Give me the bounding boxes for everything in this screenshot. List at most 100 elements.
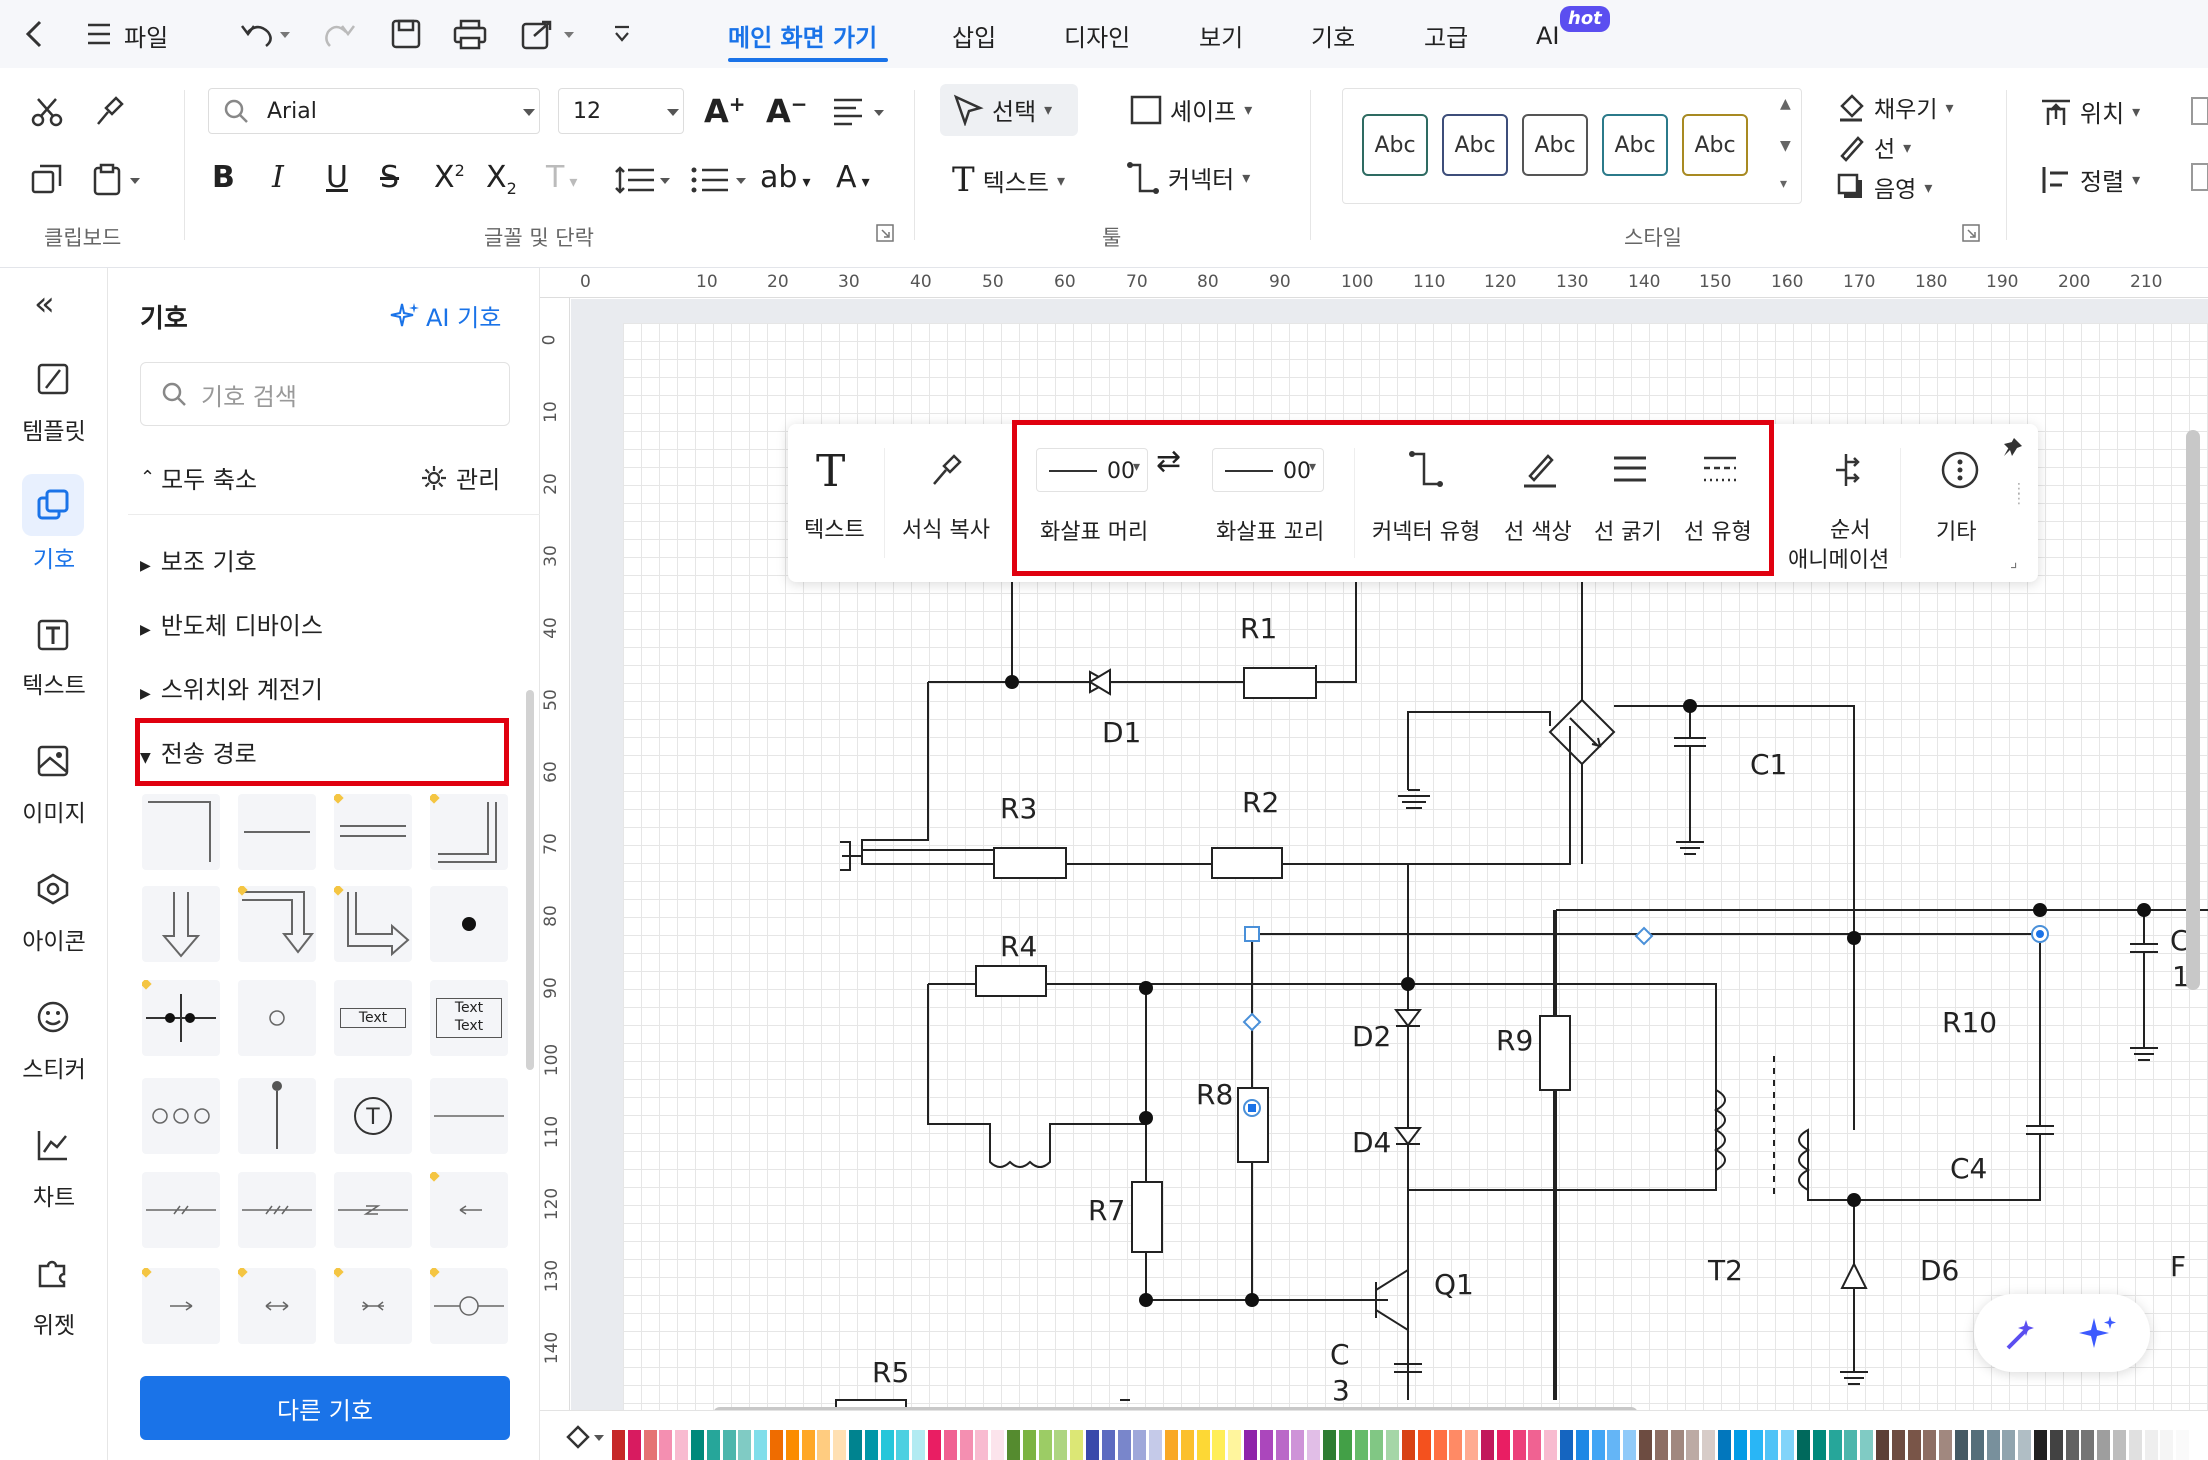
color-swatch[interactable]	[1291, 1430, 1305, 1460]
color-swatch[interactable]	[738, 1430, 752, 1460]
color-swatch[interactable]	[1417, 1430, 1431, 1460]
color-swatch[interactable]	[1386, 1430, 1400, 1460]
color-swatch[interactable]	[1718, 1430, 1731, 1460]
magic-wand-icon[interactable]	[2004, 1316, 2042, 1352]
color-swatch[interactable]	[1702, 1430, 1716, 1460]
color-swatch[interactable]	[2160, 1430, 2174, 1460]
color-swatch[interactable]	[1038, 1430, 1052, 1460]
color-swatch[interactable]	[770, 1430, 783, 1460]
ft-text-label[interactable]: 텍스트	[804, 512, 865, 544]
color-swatch[interactable]	[1481, 1430, 1494, 1460]
color-swatch[interactable]	[1544, 1430, 1558, 1460]
color-swatch[interactable]	[1923, 1430, 1937, 1460]
color-swatch[interactable]	[1323, 1430, 1336, 1460]
color-swatch[interactable]	[1180, 1430, 1194, 1460]
ft-format-painter-label[interactable]: 서식 복사	[902, 512, 990, 544]
color-swatch[interactable]	[1054, 1430, 1068, 1460]
color-swatch[interactable]	[943, 1430, 957, 1460]
color-swatch[interactable]	[1228, 1430, 1242, 1460]
color-swatch[interactable]	[2176, 1430, 2190, 1460]
color-swatch[interactable]	[785, 1430, 799, 1460]
color-swatch[interactable]	[2144, 1430, 2158, 1460]
color-swatch[interactable]	[706, 1430, 720, 1460]
color-swatch[interactable]	[801, 1430, 815, 1460]
color-swatch[interactable]	[2018, 1430, 2032, 1460]
color-swatch[interactable]	[1670, 1430, 1684, 1460]
color-swatch[interactable]	[1449, 1430, 1463, 1460]
color-swatch[interactable]	[1575, 1430, 1589, 1460]
color-swatch[interactable]	[2128, 1430, 2142, 1460]
color-swatch[interactable]	[1275, 1430, 1289, 1460]
color-swatch[interactable]	[912, 1430, 926, 1460]
color-swatch[interactable]	[659, 1430, 673, 1460]
color-swatch[interactable]	[1812, 1430, 1826, 1460]
color-swatch[interactable]	[1496, 1430, 1510, 1460]
color-swatch[interactable]	[1307, 1430, 1321, 1460]
color-swatch[interactable]	[691, 1430, 704, 1460]
vertical-scrollbar[interactable]	[2186, 430, 2200, 990]
color-swatch[interactable]	[1070, 1430, 1084, 1460]
color-swatch[interactable]	[1244, 1430, 1257, 1460]
color-swatch[interactable]	[880, 1430, 894, 1460]
color-swatch[interactable]	[1338, 1430, 1352, 1460]
color-swatch[interactable]	[1623, 1430, 1637, 1460]
ft-seq-anim-label-2[interactable]: 애니메이션	[1788, 542, 1889, 574]
drag-handle-icon[interactable]: ⋮ ⋮	[2012, 482, 2026, 506]
text-t-icon[interactable]: T	[816, 446, 845, 497]
format-painter-icon[interactable]	[928, 452, 964, 488]
ai-sparkle-icon[interactable]	[2078, 1314, 2118, 1354]
color-swatch[interactable]	[1939, 1430, 1953, 1460]
color-swatch[interactable]	[1781, 1430, 1795, 1460]
color-swatch[interactable]	[2002, 1430, 2016, 1460]
color-swatch[interactable]	[1828, 1430, 1842, 1460]
color-swatch[interactable]	[1860, 1430, 1874, 1460]
color-swatch[interactable]	[1370, 1430, 1384, 1460]
color-swatch[interactable]	[1528, 1430, 1542, 1460]
color-swatch[interactable]	[1133, 1430, 1147, 1460]
color-swatch[interactable]	[1117, 1430, 1131, 1460]
sequence-animation-icon[interactable]	[1828, 450, 1864, 490]
color-swatch[interactable]	[1955, 1430, 1968, 1460]
color-swatch[interactable]	[1749, 1430, 1763, 1460]
color-swatch[interactable]	[1591, 1430, 1605, 1460]
color-swatch[interactable]	[627, 1430, 641, 1460]
resize-corner-icon[interactable]: ⌟	[2010, 552, 2018, 571]
color-swatch[interactable]	[1165, 1430, 1178, 1460]
color-swatch[interactable]	[928, 1430, 941, 1460]
color-swatch[interactable]	[2097, 1430, 2111, 1460]
color-swatch[interactable]	[1022, 1430, 1036, 1460]
color-swatch[interactable]	[1639, 1430, 1652, 1460]
color-swatch[interactable]	[2049, 1430, 2063, 1460]
color-swatch[interactable]	[1465, 1430, 1479, 1460]
color-swatch[interactable]	[1259, 1430, 1273, 1460]
color-swatch[interactable]	[1733, 1430, 1747, 1460]
color-swatch[interactable]	[817, 1430, 831, 1460]
color-swatch[interactable]	[1433, 1430, 1447, 1460]
color-swatch[interactable]	[2034, 1430, 2047, 1460]
color-swatch[interactable]	[675, 1430, 689, 1460]
color-swatch[interactable]	[1986, 1430, 2000, 1460]
color-swatch[interactable]	[1560, 1430, 1573, 1460]
more-options-icon[interactable]	[1940, 450, 1980, 490]
color-swatch[interactable]	[1686, 1430, 1700, 1460]
color-swatch[interactable]	[864, 1430, 878, 1460]
color-swatch[interactable]	[1907, 1430, 1921, 1460]
color-swatch[interactable]	[975, 1430, 989, 1460]
color-swatch[interactable]	[1797, 1430, 1810, 1460]
color-swatch[interactable]	[2113, 1430, 2126, 1460]
fill-bucket-icon[interactable]	[564, 1423, 604, 1453]
color-swatch[interactable]	[643, 1430, 657, 1460]
color-swatch[interactable]	[1354, 1430, 1368, 1460]
color-swatch[interactable]	[2081, 1430, 2095, 1460]
color-swatch[interactable]	[1086, 1430, 1099, 1460]
color-swatch[interactable]	[1007, 1430, 1020, 1460]
color-swatch[interactable]	[833, 1430, 847, 1460]
color-swatch[interactable]	[1876, 1430, 1889, 1460]
color-swatch[interactable]	[991, 1430, 1005, 1460]
color-swatch[interactable]	[1765, 1430, 1779, 1460]
color-swatch[interactable]	[849, 1430, 862, 1460]
color-swatch[interactable]	[612, 1430, 625, 1460]
color-swatch[interactable]	[896, 1430, 910, 1460]
color-swatch[interactable]	[1607, 1430, 1621, 1460]
color-swatch[interactable]	[1402, 1430, 1415, 1460]
